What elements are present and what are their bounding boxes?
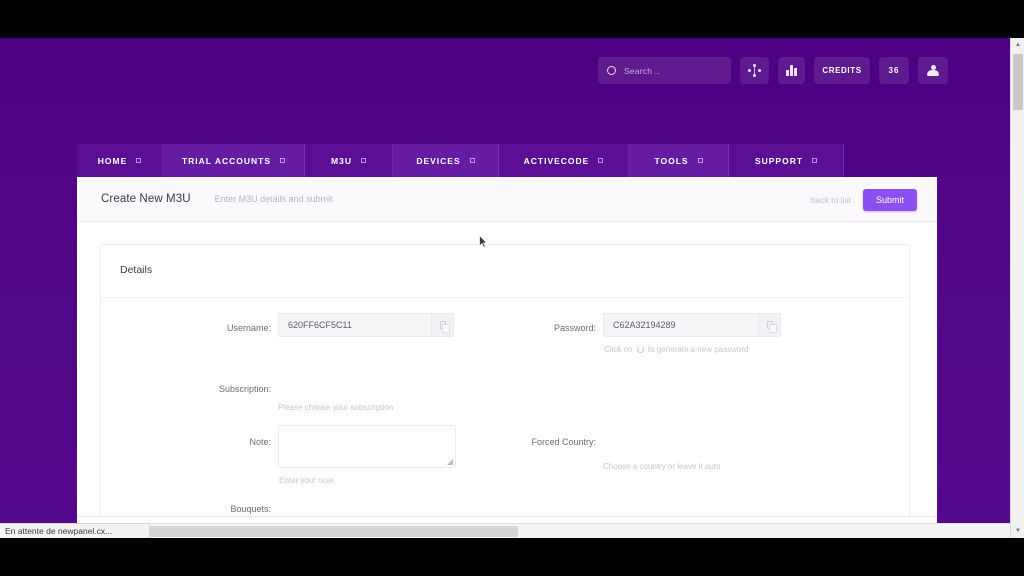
password-copy-button[interactable]	[758, 313, 781, 337]
forced-country-hint: Choose a country or leave it auto	[603, 462, 721, 471]
content-card: Create New M3U Enter M3U details and sub…	[77, 177, 937, 538]
cluster-button[interactable]	[740, 57, 769, 84]
browser-viewport: Search .. CREDITS 36 HOME TRIAL ACCOUNTS…	[0, 38, 1024, 538]
details-panel: Details Username: 620FF6CF5C11 Password:…	[100, 244, 910, 538]
main-navigation: HOME TRIAL ACCOUNTS M3U DEVICES ACTIVECO…	[77, 144, 937, 177]
scroll-up-arrow-icon[interactable]: ▲	[1011, 38, 1024, 52]
chevron-down-icon	[812, 158, 818, 163]
nav-item-label: M3U	[331, 155, 352, 166]
refresh-icon	[636, 346, 644, 353]
status-bar: En attente de newpanel.cx...	[0, 523, 150, 538]
password-label: Password:	[553, 323, 596, 333]
horizontal-scrollbar[interactable]	[0, 523, 1010, 538]
cluster-dots-icon	[748, 64, 761, 77]
panel-divider	[101, 297, 909, 298]
nav-item-support[interactable]: SUPPORT	[729, 144, 844, 177]
vertical-scrollbar[interactable]: ▲ ▼	[1010, 38, 1024, 538]
letterbox-top	[0, 0, 1024, 38]
nav-item-devices[interactable]: DEVICES	[393, 144, 499, 177]
top-bar-actions: Search .. CREDITS 36	[598, 57, 948, 84]
chevron-down-icon	[280, 158, 286, 163]
username-field-group: 620FF6CF5C11	[278, 313, 454, 337]
card-header: Create New M3U Enter M3U details and sub…	[77, 177, 937, 222]
horizontal-scrollbar-thumb[interactable]	[148, 526, 518, 537]
nav-item-label: TRIAL ACCOUNTS	[181, 155, 272, 166]
subscription-label: Subscription:	[218, 384, 271, 394]
nav-item-label: TOOLS	[654, 155, 689, 166]
password-hint: Click on to generate a new password	[604, 345, 748, 354]
nav-item-home[interactable]: HOME	[77, 144, 163, 177]
scroll-down-arrow-icon[interactable]: ▼	[1011, 524, 1024, 538]
nav-item-trial-accounts[interactable]: TRIAL ACCOUNTS	[163, 144, 305, 177]
back-to-list-link[interactable]: back to list	[811, 195, 851, 205]
note-textarea[interactable]: ◣	[278, 425, 456, 468]
page-title: Create New M3U	[101, 193, 191, 205]
username-input[interactable]: 620FF6CF5C11	[278, 313, 431, 337]
chevron-down-icon	[598, 158, 604, 163]
header-actions: back to list Submit	[811, 177, 917, 222]
subscription-hint: Please choose your subscription	[278, 403, 394, 412]
user-avatar-icon	[927, 64, 940, 77]
password-field-group: C62A32194289	[603, 313, 781, 337]
nav-item-label: HOME	[97, 155, 128, 166]
letterbox-bottom	[0, 538, 1024, 576]
panel-title: Details	[120, 264, 153, 276]
search-icon	[607, 66, 616, 75]
password-hint-suffix: to generate a new password	[647, 345, 749, 354]
top-bar: Search .. CREDITS 36	[0, 38, 1010, 106]
forced-country-label: Forced Country:	[531, 437, 596, 447]
password-input[interactable]: C62A32194289	[603, 313, 758, 337]
password-hint-prefix: Click on	[604, 345, 633, 354]
page-subtitle: Enter M3U details and submit	[214, 194, 333, 204]
note-label: Note:	[249, 437, 271, 447]
copy-icon	[766, 321, 777, 333]
chevron-down-icon	[136, 158, 142, 163]
resize-grip-icon[interactable]: ◣	[447, 457, 453, 466]
chevron-down-icon	[360, 158, 366, 163]
note-hint: Enter your note	[279, 476, 334, 485]
vertical-scrollbar-thumb[interactable]	[1013, 54, 1023, 110]
username-copy-button[interactable]	[431, 313, 454, 337]
bouquets-label: Bouquets:	[230, 504, 271, 514]
nav-item-tools[interactable]: TOOLS	[629, 144, 729, 177]
copy-icon	[439, 321, 450, 333]
username-label: Username:	[226, 323, 271, 333]
nav-item-label: ACTIVECODE	[523, 155, 590, 166]
credits-button[interactable]: CREDITS	[814, 57, 870, 84]
nav-item-label: SUPPORT	[754, 155, 804, 166]
nav-item-m3u[interactable]: M3U	[305, 144, 393, 177]
search-placeholder: Search ..	[624, 65, 660, 76]
credits-value-badge[interactable]: 36	[879, 57, 909, 84]
search-input[interactable]: Search ..	[598, 57, 731, 84]
bar-chart-icon	[786, 65, 797, 76]
nav-item-label: DEVICES	[416, 155, 461, 166]
nav-item-activecode[interactable]: ACTIVECODE	[499, 144, 629, 177]
chevron-down-icon	[697, 158, 703, 163]
user-avatar-button[interactable]	[918, 57, 948, 84]
chevron-down-icon	[469, 158, 475, 163]
stats-button[interactable]	[778, 57, 805, 84]
submit-button[interactable]: Submit	[862, 188, 917, 211]
